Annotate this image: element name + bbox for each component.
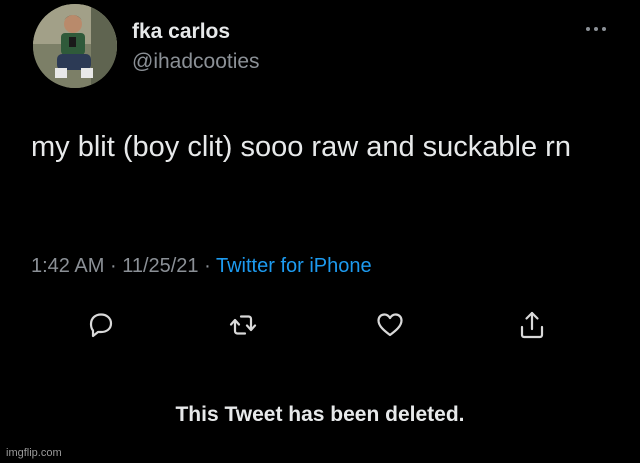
share-button[interactable]: [515, 308, 549, 342]
like-button[interactable]: [373, 308, 407, 342]
display-name[interactable]: fka carlos: [132, 20, 230, 44]
tweet-metadata: 1:42 AM · 11/25/21 · Twitter for iPhone: [31, 255, 372, 278]
retweet-icon: [229, 315, 257, 335]
watermark: imgflip.com: [6, 447, 62, 459]
heart-icon: [377, 313, 403, 337]
reply-icon: [89, 313, 113, 338]
more-options-icon[interactable]: [583, 22, 609, 36]
avatar-photo: [33, 4, 117, 88]
tweet-text: my blit (boy clit) sooo raw and suckable…: [31, 131, 571, 163]
metadata-separator: ·: [109, 255, 117, 277]
tweet-source-link[interactable]: Twitter for iPhone: [216, 255, 372, 277]
metadata-separator: ·: [204, 255, 211, 277]
share-icon: [520, 311, 544, 339]
deleted-tweet-notice: This Tweet has been deleted.: [175, 403, 465, 426]
avatar[interactable]: [33, 4, 117, 88]
retweet-button[interactable]: [226, 308, 260, 342]
tweet-time: 1:42 AM: [31, 255, 105, 277]
reply-button[interactable]: [84, 308, 118, 342]
user-handle[interactable]: @ihadcooties: [132, 50, 260, 74]
tweet-date: 11/25/21: [122, 255, 199, 277]
